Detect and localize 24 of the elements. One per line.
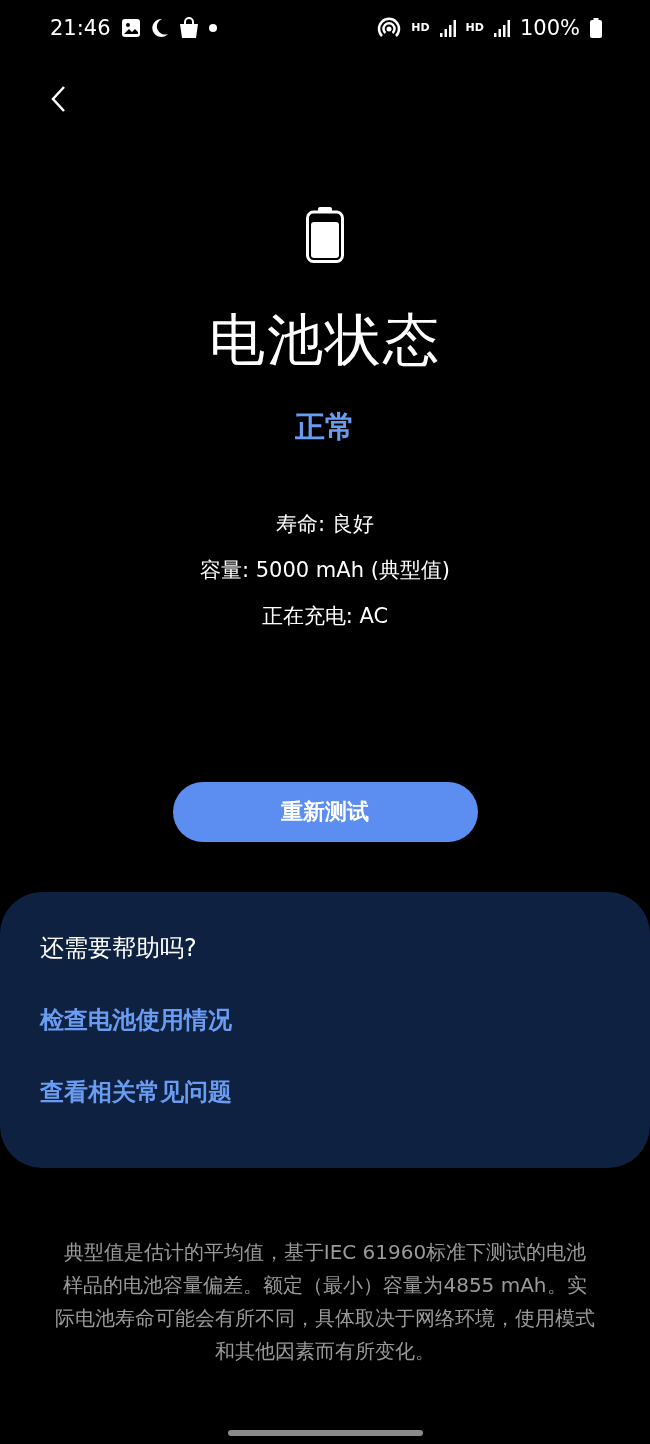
signal-4g-icon [493,17,510,38]
shopping-bag-icon [178,16,199,39]
network-label: HD [465,21,484,34]
clock: 21:46 [50,15,111,40]
battery-icon [590,17,602,38]
back-icon[interactable] [50,85,66,113]
network-label: HD [411,21,430,34]
retest-button[interactable]: 重新测试 [172,782,478,842]
detail-text: 正在充电: AC [261,603,389,630]
battery-icon [306,207,344,263]
hotspot-icon [377,16,402,39]
help-heading: 还需要帮助吗? [40,933,198,964]
help-link[interactable]: 检查电池使用情况 [40,1004,610,1036]
signal-5g-icon [439,17,456,38]
dot-icon [208,23,217,32]
battery-percent: 100% [519,15,580,40]
help-link[interactable]: 查看相关常见问题 [40,1076,610,1108]
footnote: 典型值是估计的平均值，基于IEC 61960标准下测试的电池样品的电池容量偏差。额定（最小）容量为4855 mAh。实际电池寿命可能会有所不同，具体取决于网络环境，使用模式和其他因素而有所变化。 [55,1239,595,1365]
moon-icon [150,17,169,38]
status-text: 正常 [295,408,355,446]
picture-icon [120,17,141,38]
detail-text: 容量: 5000 mAh (典型值) [199,557,451,584]
detail-text: 寿命: 良好 [276,511,374,538]
page-title: 电池状态 [209,306,441,374]
